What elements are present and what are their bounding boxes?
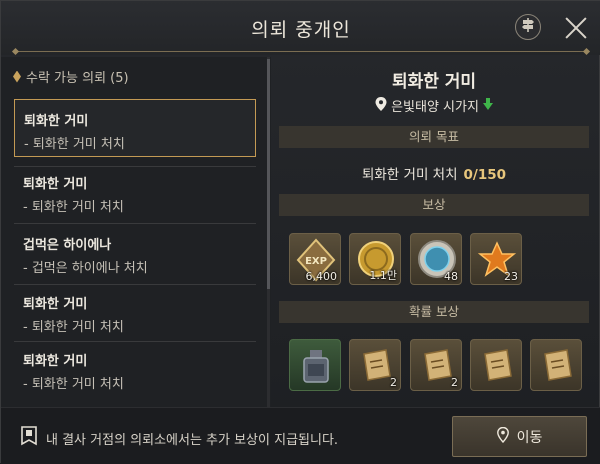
quest-item-title: 퇴화한 거미 [24,114,89,129]
objective-section-header: 의뢰 목표 [279,126,589,148]
quest-item-3[interactable]: 겁먹은 하이에나 - 겁먹은 하이에나 처치 [14,224,256,282]
chance-reward-slot-4[interactable] [470,339,522,391]
quest-list-header: 수락 가능 의뢰 (5) [13,67,129,86]
quest-broker-window: 의뢰 중개인 수락 가능 의뢰 (5) 퇴화한 거미 - 퇴화한 거미 처치 퇴… [0,0,600,464]
close-button[interactable] [563,15,589,41]
title-bar: 의뢰 중개인 [1,1,600,56]
location-pin-icon [375,96,387,115]
quest-item-title: 겁먹은 하이에나 [23,238,112,253]
rewards-section-header: 보상 [279,194,589,216]
reward-quantity: 23 [504,270,518,283]
signpost-icon [520,17,536,37]
footer-notice: 내 결사 거점의 의뢰소에서는 추가 보상이 지급됩니다. [46,433,339,448]
quest-item-2[interactable]: 퇴화한 거미 - 퇴화한 거미 처치 [14,163,256,221]
quest-item-title: 퇴화한 거미 [23,177,88,192]
reward-slot-orb[interactable]: 48 [410,233,462,285]
scrollbar-thumb[interactable] [267,59,270,289]
guild-banner-icon [21,426,37,450]
svg-text:EXP: EXP [305,256,327,267]
reward-slot-gold[interactable]: 1.1만 [349,233,401,285]
chance-reward-slot-1[interactable] [289,339,341,391]
quest-item-5[interactable]: 퇴화한 거미 - 퇴화한 거미 처치 [14,340,256,398]
quest-list-panel: 수락 가능 의뢰 (5) 퇴화한 거미 - 퇴화한 거미 처치 퇴화한 거미 -… [1,57,271,407]
quest-item-title: 퇴화한 거미 [23,354,88,369]
reward-quantity: 48 [444,270,458,283]
quest-list-count-label: 수락 가능 의뢰 (5) [26,71,129,86]
reward-slot-gem[interactable]: 23 [470,233,522,285]
quest-objective: 퇴화한 거미 처치 0/150 [279,163,589,183]
quest-item-objective: - 겁먹은 하이에나 처치 [23,261,148,276]
quest-item-objective: - 퇴화한 거미 처치 [23,200,124,215]
diamond-icon [13,70,21,83]
quest-item-objective: - 퇴화한 거미 처치 [24,137,125,152]
footer: 내 결사 거점의 의뢰소에서는 추가 보상이 지급됩니다. 이동 [1,407,600,464]
objective-text: 퇴화한 거미 처치 [361,167,458,183]
quest-item-1[interactable]: 퇴화한 거미 - 퇴화한 거미 처치 [14,99,256,157]
objective-progress: 0/150 [463,167,507,183]
quest-detail-title: 퇴화한 거미 [391,72,477,92]
quest-item-objective: - 퇴화한 거미 처치 [23,377,124,392]
chance-reward-slot-3[interactable]: 2 [410,339,462,391]
quest-location: 은빛태양 시가지 [279,96,589,115]
reward-quantity: 6,400 [305,270,338,283]
quest-list-scrollbar[interactable] [267,57,270,407]
signpost-button[interactable] [515,14,541,40]
title-divider [11,47,591,56]
reward-quantity: 1.1만 [369,269,397,282]
quest-item-4[interactable]: 퇴화한 거미 - 퇴화한 거미 처치 [14,283,256,341]
chance-reward-slot-5[interactable] [530,339,582,391]
quest-detail-panel: 퇴화한 거미 은빛태양 시가지 의뢰 목표 퇴화한 거미 처치 0/150 보상 [279,57,589,407]
reward-quantity: 2 [451,376,458,389]
reward-slot-exp[interactable]: EXP 6,400 [289,233,341,285]
chance-rewards-section-header: 확률 보상 [279,301,589,323]
move-button-label: 이동 [516,429,543,446]
down-arrow-icon [482,97,493,114]
window-title: 의뢰 중개인 [251,19,351,41]
move-button[interactable]: 이동 [452,416,587,457]
reward-quantity: 2 [390,376,397,389]
quest-item-objective: - 퇴화한 거미 처치 [23,320,124,335]
location-pin-icon [496,426,509,447]
chance-reward-slot-2[interactable]: 2 [349,339,401,391]
location-name: 은빛태양 시가지 [391,100,479,115]
quest-item-title: 퇴화한 거미 [23,297,88,312]
